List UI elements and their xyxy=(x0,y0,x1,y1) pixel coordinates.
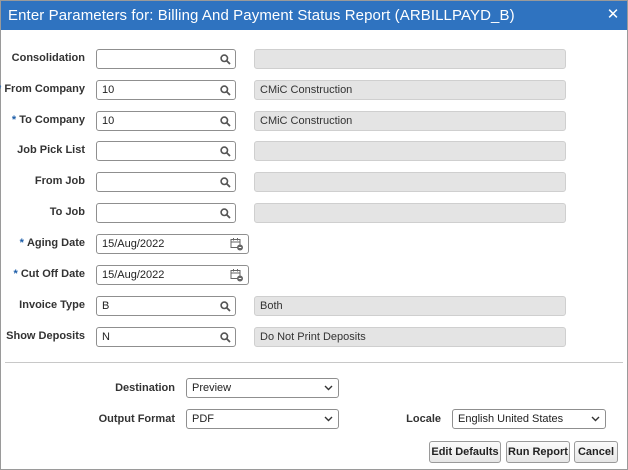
to-job-input[interactable] xyxy=(96,203,236,223)
invoice-type-label: Invoice Type xyxy=(19,299,85,311)
locale-label: Locale xyxy=(406,413,441,425)
output-format-label: Output Format xyxy=(98,413,175,425)
consolidation-label: Consolidation xyxy=(11,52,85,64)
to-company-label: * To Company xyxy=(11,114,85,126)
calendar-icon[interactable] xyxy=(230,237,244,251)
from-job-input[interactable] xyxy=(96,172,236,192)
search-icon[interactable] xyxy=(220,301,231,312)
from-company-description: CMiC Construction xyxy=(254,80,566,100)
from-job-description xyxy=(254,172,566,192)
cut-off-date-input[interactable]: 15/Aug/2022 xyxy=(96,265,249,285)
destination-label: Destination xyxy=(115,382,175,394)
search-icon[interactable] xyxy=(220,146,231,157)
to-job-label: To Job xyxy=(49,206,85,218)
search-icon[interactable] xyxy=(220,332,231,343)
row-job-pick-list: Job Pick List xyxy=(1,141,627,161)
chevron-down-icon xyxy=(324,416,333,422)
search-icon[interactable] xyxy=(220,54,231,65)
row-to-company: * To Company 10 CMiC Construction xyxy=(1,111,627,131)
row-consolidation: Consolidation xyxy=(1,49,627,69)
to-company-description: CMiC Construction xyxy=(254,111,566,131)
aging-date-label: * Aging Date xyxy=(19,237,85,249)
row-to-job: To Job xyxy=(1,203,627,223)
parameters-dialog: Enter Parameters for: Billing And Paymen… xyxy=(0,0,628,470)
row-from-job: From Job xyxy=(1,172,627,192)
to-job-description xyxy=(254,203,566,223)
show-deposits-label: Show Deposits xyxy=(6,330,85,342)
row-show-deposits: Show Deposits N Do Not Print Deposits xyxy=(1,327,627,347)
job-pick-list-label: Job Pick List xyxy=(17,144,85,156)
show-deposits-description: Do Not Print Deposits xyxy=(254,327,566,347)
from-company-input[interactable]: 10 xyxy=(96,80,236,100)
output-format-select[interactable]: PDF xyxy=(186,409,339,429)
from-company-label: *From Company xyxy=(0,83,85,95)
dialog-title: Enter Parameters for: Billing And Paymen… xyxy=(8,7,515,24)
chevron-down-icon xyxy=(324,385,333,391)
run-report-button[interactable]: Run Report xyxy=(506,441,570,463)
close-icon[interactable]: ✕ xyxy=(606,7,620,22)
edit-defaults-button[interactable]: Edit Defaults xyxy=(429,441,501,463)
search-icon[interactable] xyxy=(220,177,231,188)
search-icon[interactable] xyxy=(220,208,231,219)
destination-select[interactable]: Preview xyxy=(186,378,339,398)
section-divider xyxy=(5,362,623,363)
cancel-button[interactable]: Cancel xyxy=(574,441,618,463)
cut-off-date-label: * Cut Off Date xyxy=(13,268,85,280)
title-bar[interactable]: Enter Parameters for: Billing And Paymen… xyxy=(1,1,627,30)
show-deposits-input[interactable]: N xyxy=(96,327,236,347)
chevron-down-icon xyxy=(591,416,600,422)
row-invoice-type: Invoice Type B Both xyxy=(1,296,627,316)
locale-select[interactable]: English United States xyxy=(452,409,606,429)
row-cut-off-date: * Cut Off Date 15/Aug/2022 xyxy=(1,265,627,285)
aging-date-input[interactable]: 15/Aug/2022 xyxy=(96,234,249,254)
search-icon[interactable] xyxy=(220,85,231,96)
consolidation-description xyxy=(254,49,566,69)
invoice-type-description: Both xyxy=(254,296,566,316)
from-job-label: From Job xyxy=(34,175,85,187)
row-aging-date: * Aging Date 15/Aug/2022 xyxy=(1,234,627,254)
invoice-type-input[interactable]: B xyxy=(96,296,236,316)
calendar-icon[interactable] xyxy=(230,268,244,282)
search-icon[interactable] xyxy=(220,116,231,127)
consolidation-input[interactable] xyxy=(96,49,236,69)
row-from-company: *From Company 10 CMiC Construction xyxy=(0,80,627,100)
job-pick-list-description xyxy=(254,141,566,161)
job-pick-list-input[interactable] xyxy=(96,141,236,161)
to-company-input[interactable]: 10 xyxy=(96,111,236,131)
